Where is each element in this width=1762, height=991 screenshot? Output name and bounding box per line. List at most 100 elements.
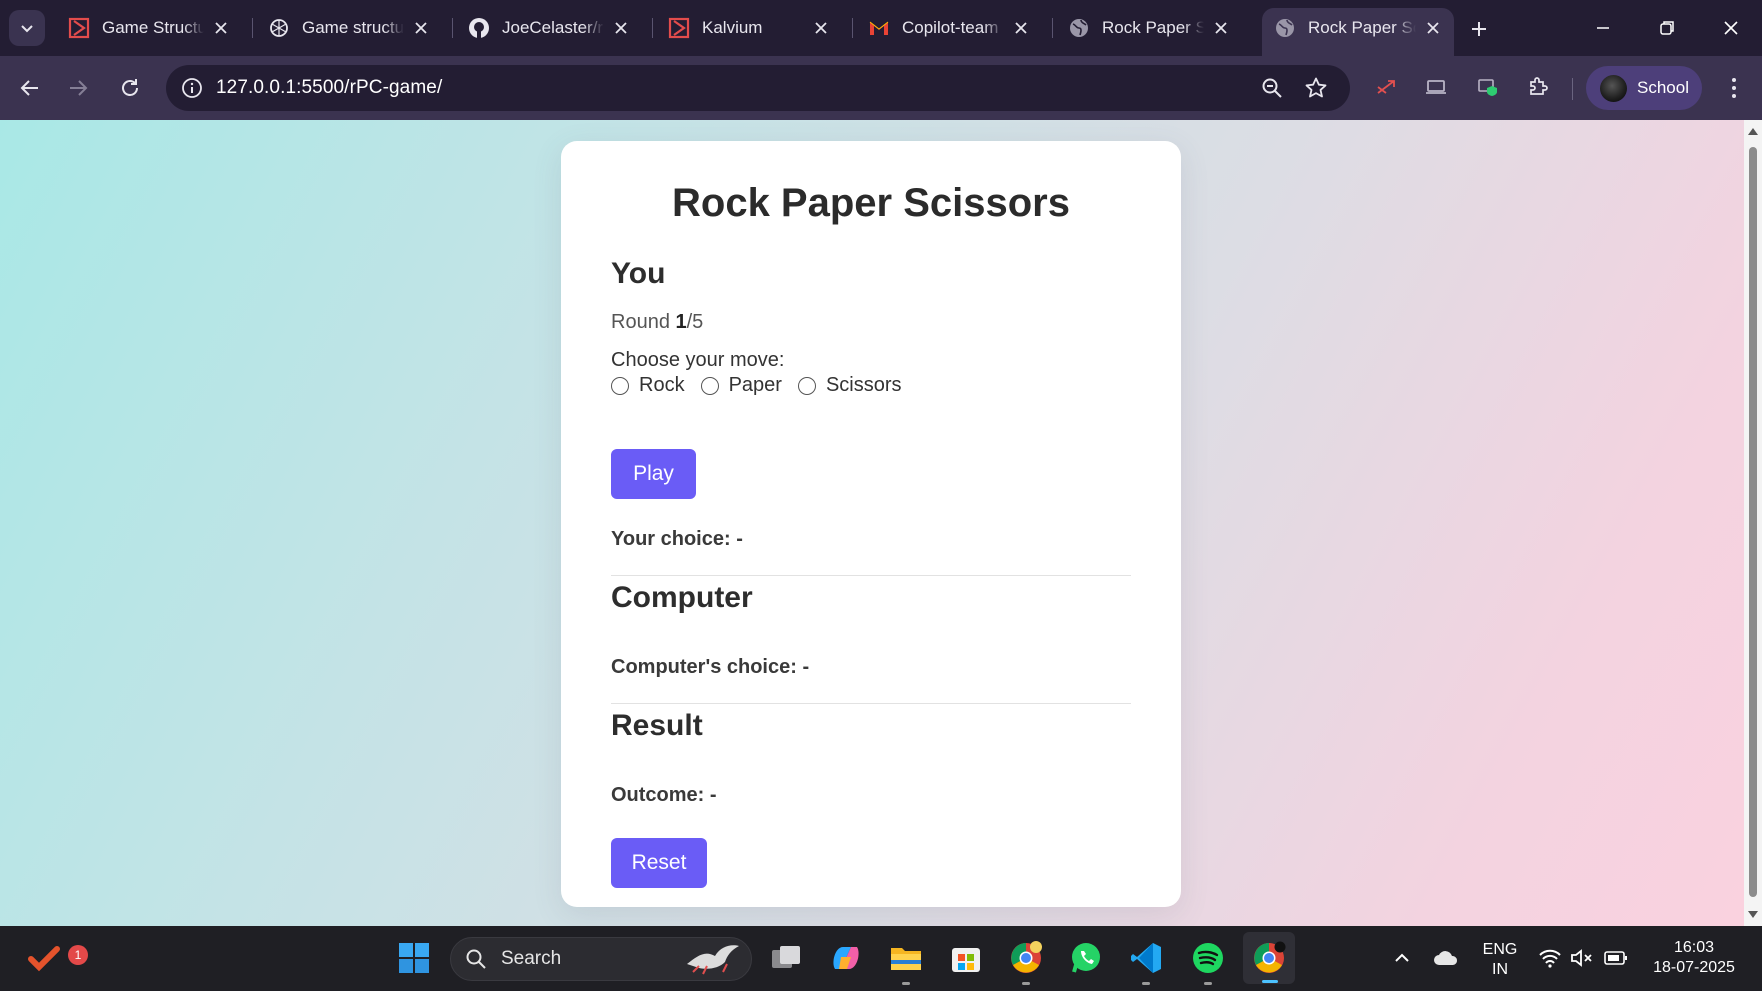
kalvium-icon	[668, 17, 690, 39]
reset-button[interactable]: Reset	[611, 838, 707, 888]
divider	[611, 575, 1131, 576]
radio-circle[interactable]	[700, 376, 719, 395]
minimize-button[interactable]	[1580, 10, 1626, 46]
close-icon	[1724, 21, 1738, 35]
zoom-icon[interactable]	[1260, 76, 1284, 100]
forward-button[interactable]	[60, 70, 96, 106]
radio-circle[interactable]	[611, 376, 629, 395]
tab-rock-paper-active[interactable]: Rock Paper Sc	[1262, 8, 1454, 56]
spotify-app[interactable]	[1188, 938, 1228, 985]
bookmark-star-icon[interactable]	[1304, 76, 1328, 100]
page-viewport: Rock Paper Scissors You Round 1/5 Choose…	[0, 120, 1744, 926]
chrome-profile-app[interactable]	[1006, 938, 1046, 985]
tab-rock-paper-1[interactable]: Rock Paper Sc	[1056, 8, 1242, 48]
site-info-icon[interactable]	[180, 76, 204, 100]
language-indicator[interactable]: ENG IN	[1480, 940, 1520, 980]
profile-button[interactable]: School	[1586, 66, 1702, 110]
chevron-down-icon	[21, 25, 33, 33]
battery-tray[interactable]	[1598, 938, 1634, 978]
tab-search-button[interactable]	[9, 10, 45, 46]
radio-circle[interactable]	[797, 376, 816, 395]
task-view-app[interactable]	[766, 938, 806, 978]
whatsapp-app[interactable]	[1066, 938, 1106, 978]
wifi-icon	[1539, 949, 1561, 968]
close-icon[interactable]	[1422, 17, 1444, 39]
microsoft-store-app[interactable]	[946, 938, 986, 978]
round-total: /5	[686, 311, 704, 333]
tab-github[interactable]: JoeCelaster/rP	[456, 8, 642, 48]
wifi-tray[interactable]	[1532, 938, 1568, 978]
reload-button[interactable]	[112, 70, 148, 106]
new-tab-button[interactable]	[1464, 14, 1494, 44]
extensions-puzzle-icon[interactable]	[1524, 73, 1552, 101]
chrome-app-active[interactable]	[1243, 932, 1295, 984]
close-icon[interactable]	[1010, 17, 1032, 39]
vscode-icon	[1131, 943, 1161, 973]
folder-icon	[891, 948, 921, 970]
tab-gmail[interactable]: Copilot-team	[856, 8, 1042, 48]
running-indicator	[1142, 982, 1150, 985]
cast-icon[interactable]	[1422, 73, 1450, 101]
chrome-icon	[1011, 941, 1042, 973]
move-radio-group: Rock Paper Scissors	[611, 374, 918, 397]
search-icon	[466, 949, 486, 969]
store-icon	[952, 948, 980, 972]
show-hidden-icons-button[interactable]	[1382, 938, 1422, 978]
radio-rock[interactable]: Rock	[611, 374, 685, 397]
running-indicator	[902, 982, 910, 985]
avatar	[1600, 74, 1627, 102]
running-indicator	[1262, 980, 1278, 983]
restore-button[interactable]	[1644, 10, 1690, 46]
scroll-down-arrow-icon[interactable]	[1748, 911, 1758, 918]
file-explorer-app[interactable]	[886, 938, 926, 985]
round-indicator: Round 1/5	[611, 311, 703, 334]
tab-separator	[852, 18, 853, 38]
close-icon[interactable]	[610, 17, 632, 39]
tab-game-structure-1[interactable]: Game Structur	[56, 8, 242, 48]
copilot-icon	[833, 947, 859, 969]
running-indicator	[1204, 982, 1212, 985]
onedrive-tray[interactable]	[1426, 938, 1466, 978]
scroll-up-arrow-icon[interactable]	[1748, 128, 1758, 135]
radio-paper[interactable]: Paper	[700, 374, 782, 397]
todo-app[interactable]: 1	[24, 938, 88, 978]
lang-region: IN	[1492, 961, 1508, 978]
gmail-icon	[868, 17, 890, 39]
tab-game-structure-2[interactable]: Game structur	[256, 8, 442, 48]
computer-choice-text: Computer's choice: -	[611, 656, 810, 678]
close-icon[interactable]	[810, 17, 832, 39]
notification-badge: 1	[68, 945, 88, 965]
clock-time: 16:03	[1673, 939, 1715, 956]
taskbar-search[interactable]: Search	[450, 937, 752, 981]
play-button[interactable]: Play	[611, 449, 696, 499]
browser-toolbar: 127.0.0.1:5500/rPC-game/ School	[0, 56, 1762, 120]
tab-kalvium[interactable]: Kalvium	[656, 8, 842, 48]
minimize-icon	[1597, 27, 1609, 29]
close-icon[interactable]	[210, 17, 232, 39]
volume-tray[interactable]	[1564, 938, 1600, 978]
tab-title: Game structur	[302, 18, 404, 37]
toolbar-divider	[1572, 78, 1573, 100]
outcome-text: Outcome: -	[611, 784, 717, 806]
clock[interactable]: 16:03 18-07-2025	[1642, 938, 1746, 978]
you-heading: You	[611, 257, 666, 290]
copilot-app[interactable]	[826, 938, 866, 978]
result-heading: Result	[611, 709, 703, 742]
arrow-left-icon	[20, 80, 38, 96]
address-bar[interactable]: 127.0.0.1:5500/rPC-game/	[166, 65, 1350, 111]
vpn-shield-icon[interactable]	[1474, 73, 1502, 101]
browser-menu-button[interactable]	[1720, 74, 1748, 102]
extension-red-icon[interactable]	[1372, 73, 1400, 101]
close-icon[interactable]	[1210, 17, 1232, 39]
back-button[interactable]	[12, 70, 48, 106]
close-icon[interactable]	[410, 17, 432, 39]
scrollbar-thumb[interactable]	[1749, 147, 1757, 897]
radio-label: Rock	[639, 374, 685, 396]
plus-icon	[1472, 22, 1486, 36]
close-window-button[interactable]	[1708, 10, 1754, 46]
page-scrollbar[interactable]	[1744, 120, 1762, 926]
todo-check-icon	[28, 946, 60, 972]
vscode-app[interactable]	[1126, 938, 1166, 985]
radio-scissors[interactable]: Scissors	[797, 374, 902, 397]
start-button[interactable]	[394, 938, 434, 978]
